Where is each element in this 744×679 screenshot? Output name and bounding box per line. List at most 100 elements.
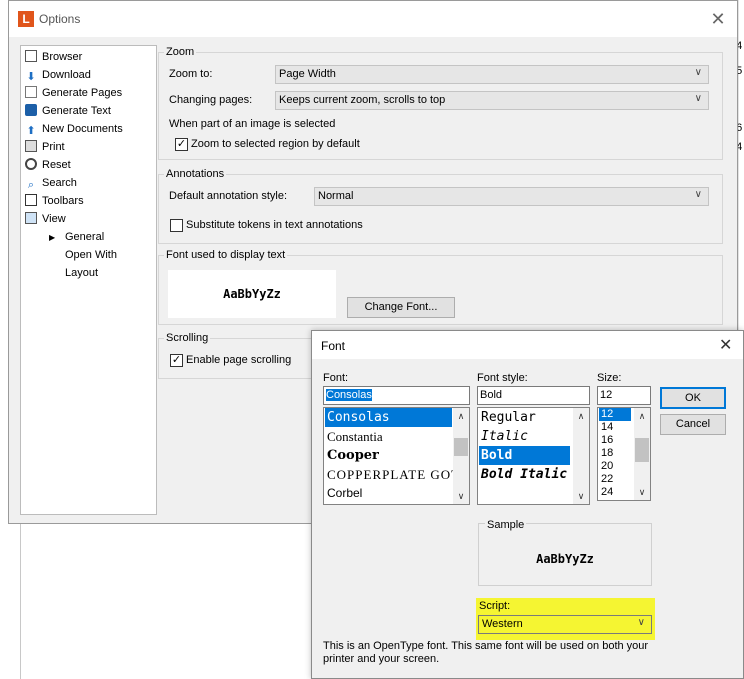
tree-item-new-documents[interactable]: ⬆ New Documents xyxy=(25,121,123,138)
scroll-up-icon[interactable]: ∧ xyxy=(634,408,650,424)
tree-item-label: New Documents xyxy=(42,123,123,135)
close-icon[interactable]: ✕ xyxy=(719,335,732,355)
tree-item-label: Generate Text xyxy=(42,105,111,117)
zoom-to-value: Page Width xyxy=(279,68,336,80)
scroll-down-icon[interactable]: ∨ xyxy=(634,484,650,500)
scroll-down-icon[interactable]: ∨ xyxy=(453,488,469,504)
annotation-style-label: Default annotation style: xyxy=(169,190,288,202)
search-icon: ⌕ xyxy=(27,179,35,191)
size-list-scrollbar[interactable]: ∧ ∨ xyxy=(634,408,650,500)
font-dialog: Font ✕ Font: Consolas Consolas Constantia… xyxy=(311,330,744,679)
scrolling-group-label: Scrolling xyxy=(164,332,211,344)
size-list-item[interactable]: 14 xyxy=(599,421,631,434)
font-style-list[interactable]: Regular Italic Bold Bold Italic ∧ ∨ xyxy=(477,407,590,505)
tree-item-general[interactable]: General xyxy=(65,229,104,246)
reset-icon xyxy=(25,158,37,170)
expand-arrow-icon[interactable]: ▶ xyxy=(49,229,55,246)
scroll-thumb[interactable] xyxy=(635,438,649,462)
ok-button[interactable]: OK xyxy=(660,387,726,409)
font-preview-text: AaBbYyZz xyxy=(223,287,281,301)
font-style-input[interactable]: Bold xyxy=(477,386,590,405)
tree-item-print[interactable]: Print xyxy=(25,139,65,156)
font-style-list-item[interactable]: Italic xyxy=(479,427,570,446)
font-dialog-title: Font xyxy=(321,339,346,353)
size-list-item[interactable]: 20 xyxy=(599,460,631,473)
sample-text: AaBbYyZz xyxy=(536,552,594,566)
zoom-selected-label: Zoom to selected region by default xyxy=(191,138,360,150)
zoom-selected-checkbox[interactable]: ✓ xyxy=(175,138,188,151)
change-font-button[interactable]: Change Font... xyxy=(347,297,455,318)
font-style-list-item[interactable]: Bold Italic xyxy=(479,465,570,484)
background-window-divider xyxy=(20,524,21,679)
tree-item-generate-text[interactable]: Generate Text xyxy=(25,103,111,120)
size-input[interactable]: 12 xyxy=(597,386,651,405)
font-dialog-titlebar[interactable]: Font ✕ xyxy=(312,331,743,359)
size-list[interactable]: 12 14 16 18 20 22 24 ∧ ∨ xyxy=(597,407,651,501)
annotations-group xyxy=(158,174,723,244)
tree-item-open-with[interactable]: Open With xyxy=(65,247,117,264)
style-list-scrollbar[interactable]: ∧ ∨ xyxy=(573,408,589,504)
size-list-item[interactable]: 12 xyxy=(599,408,631,421)
changing-pages-label: Changing pages: xyxy=(169,94,253,106)
font-name-value: Consolas xyxy=(326,389,372,401)
annotation-style-select[interactable]: Normal ∨ xyxy=(314,187,709,206)
options-titlebar[interactable]: L Options ✕ xyxy=(9,1,737,37)
printer-icon xyxy=(25,140,37,152)
scroll-up-icon[interactable]: ∧ xyxy=(453,408,469,424)
options-title: Options xyxy=(39,12,81,26)
script-select[interactable]: Western ∨ xyxy=(478,615,652,634)
scroll-thumb[interactable] xyxy=(454,438,468,456)
font-list-item[interactable]: COPPERPLATE GOTH xyxy=(325,465,469,484)
tree-item-label: Search xyxy=(42,177,77,189)
tree-item-browser[interactable]: Browser xyxy=(25,49,82,66)
tree-item-search[interactable]: ⌕ Search xyxy=(25,175,77,192)
tree-item-label: Reset xyxy=(42,159,71,171)
size-label: Size: xyxy=(597,372,622,384)
cancel-button[interactable]: Cancel xyxy=(660,414,726,435)
font-name-list[interactable]: Consolas Constantia Cooper COPPERPLATE GOTH… xyxy=(323,407,470,505)
tree-item-label: View xyxy=(42,213,66,225)
zoom-to-select[interactable]: Page Width ∨ xyxy=(275,65,709,84)
tree-item-reset[interactable]: Reset xyxy=(25,157,71,174)
size-value: 12 xyxy=(600,389,613,401)
font-label: Font: xyxy=(323,372,349,384)
font-style-label: Font style: xyxy=(477,372,528,384)
close-icon[interactable]: ✕ xyxy=(709,9,727,29)
tree-item-download[interactable]: ⬇ Download xyxy=(25,67,91,84)
substitute-tokens-checkbox[interactable] xyxy=(170,219,183,232)
script-value: Western xyxy=(482,618,523,630)
generate-text-icon xyxy=(25,104,37,116)
enable-scrolling-checkbox[interactable]: ✓ xyxy=(170,354,183,367)
tree-item-toolbars[interactable]: Toolbars xyxy=(25,193,84,210)
size-list-item[interactable]: 16 xyxy=(599,434,631,447)
tree-item-generate-pages[interactable]: Generate Pages xyxy=(25,85,122,102)
font-list-item[interactable]: Constantia xyxy=(325,427,452,446)
size-list-item[interactable]: 18 xyxy=(599,447,631,460)
chevron-down-icon: ∨ xyxy=(694,67,702,78)
substitute-tokens-label: Substitute tokens in text annotations xyxy=(186,219,363,231)
font-list-item[interactable]: Corbel xyxy=(325,484,452,503)
scroll-up-icon[interactable]: ∧ xyxy=(573,408,589,424)
chevron-down-icon: ∨ xyxy=(694,189,702,200)
font-name-input[interactable]: Consolas xyxy=(323,386,470,405)
size-list-item[interactable]: 24 xyxy=(599,486,631,499)
scroll-down-icon[interactable]: ∨ xyxy=(573,488,589,504)
size-list-item[interactable]: 22 xyxy=(599,473,631,486)
chevron-down-icon: ∨ xyxy=(637,617,645,628)
font-display-group-label: Font used to display text xyxy=(164,249,288,261)
annotations-group-label: Annotations xyxy=(164,168,227,180)
tree-item-view[interactable]: View xyxy=(25,211,66,228)
font-style-list-item[interactable]: Regular xyxy=(479,408,570,427)
tree-item-label: Browser xyxy=(42,51,83,63)
tree-item-layout[interactable]: Layout xyxy=(65,265,98,282)
changing-pages-select[interactable]: Keeps current zoom, scrolls to top ∨ xyxy=(275,91,709,110)
download-arrow-icon: ⬇ xyxy=(26,71,36,83)
generate-pages-icon xyxy=(25,86,37,98)
toolbars-icon xyxy=(25,194,37,206)
font-list-scrollbar[interactable]: ∧ ∨ xyxy=(453,408,469,504)
font-preview-box: AaBbYyZz xyxy=(168,270,336,318)
font-style-list-item[interactable]: Bold xyxy=(479,446,570,465)
font-list-item[interactable]: Cooper xyxy=(325,446,452,465)
font-list-item[interactable]: Consolas xyxy=(325,408,452,427)
app-logo-icon: L xyxy=(18,11,34,27)
